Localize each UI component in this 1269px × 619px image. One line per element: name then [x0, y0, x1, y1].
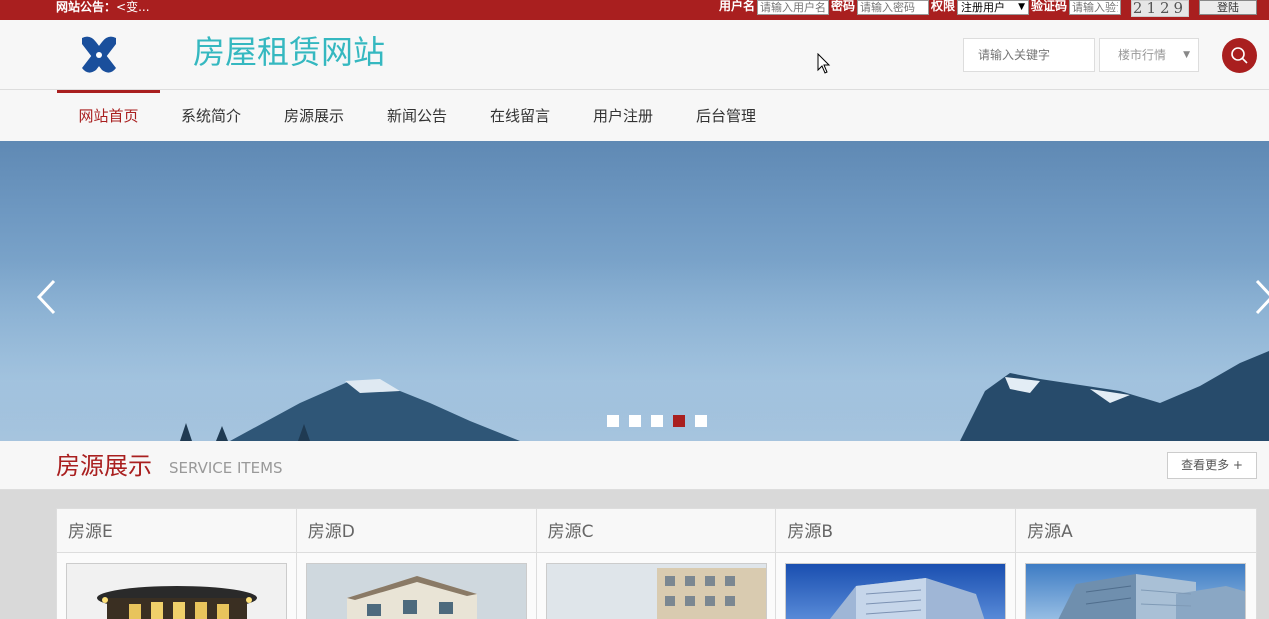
prev-slide-arrow-icon[interactable] [36, 279, 58, 315]
listing-card[interactable]: 房源B [776, 509, 1017, 619]
role-select[interactable]: 注册用户 ▼ [956, 0, 1029, 15]
market-select-value: 楼市行情 [1118, 48, 1167, 62]
view-more-button[interactable]: 查看更多 + [1167, 452, 1257, 479]
nav-item-messages[interactable]: 在线留言 [479, 90, 561, 141]
nav-item-register[interactable]: 用户注册 [582, 90, 664, 141]
captcha-label: 验证码 [1030, 0, 1067, 13]
listing-cards: 房源E 房源D 房源C 房源B 房源A [56, 508, 1257, 619]
nav-item-admin[interactable]: 后台管理 [685, 90, 767, 141]
notice-marquee-text[interactable]: <变... [116, 0, 150, 14]
next-slide-arrow-icon[interactable] [1255, 279, 1269, 315]
banner-mountain-image [0, 261, 1269, 441]
username-label: 用户名 [718, 0, 755, 13]
listing-title[interactable]: 房源D [296, 509, 536, 553]
banner-slider [0, 141, 1269, 441]
login-button[interactable]: 登陆 [1199, 0, 1257, 15]
username-input[interactable] [756, 0, 829, 15]
role-select-value: 注册用户 [960, 1, 1005, 14]
slide-dot[interactable] [607, 415, 619, 427]
listing-card[interactable]: 房源C [536, 509, 777, 619]
listing-image[interactable] [66, 563, 287, 619]
captcha-image[interactable]: 2129 [1131, 0, 1189, 17]
listing-title[interactable]: 房源E [57, 509, 296, 553]
listing-image[interactable] [1025, 563, 1247, 619]
nav-item-listings[interactable]: 房源展示 [273, 90, 355, 141]
search-button[interactable] [1222, 38, 1257, 73]
chevron-down-icon: ▼ [1183, 50, 1190, 60]
listing-card[interactable]: 房源D [296, 509, 537, 619]
listing-title[interactable]: 房源C [536, 509, 776, 553]
password-input[interactable] [856, 0, 929, 15]
role-label: 权限 [930, 0, 955, 13]
listing-card[interactable]: 房源A [1016, 509, 1256, 619]
listing-image[interactable] [545, 563, 767, 619]
top-bar: 网站公告：<变... 用户名 密码 权限 注册用户 ▼ 验证码 2129 登陆 [0, 0, 1269, 20]
slide-dot[interactable] [695, 415, 707, 427]
slide-indicators [607, 415, 717, 427]
listing-image[interactable] [305, 563, 527, 619]
slide-dot-active[interactable] [673, 415, 685, 427]
notice-label: 网站公告： [56, 0, 117, 14]
section-title: 房源展示 [56, 452, 152, 480]
login-form: 用户名 密码 权限 注册用户 ▼ 验证码 2129 登陆 [717, 0, 1269, 20]
listing-image[interactable] [785, 563, 1007, 619]
listing-title[interactable]: 房源A [1016, 509, 1256, 553]
site-notice: 网站公告：<变... [56, 0, 150, 14]
listing-card[interactable]: 房源E [57, 509, 297, 619]
password-label: 密码 [830, 0, 855, 13]
site-header: 房屋租赁网站 楼市行情 ▼ [0, 20, 1269, 90]
search-icon [1231, 47, 1248, 64]
section-subtitle: SERVICE ITEMS [169, 459, 283, 477]
slide-dot[interactable] [651, 415, 663, 427]
site-title[interactable]: 房屋租赁网站 [193, 32, 385, 72]
nav-item-about[interactable]: 系统简介 [170, 90, 252, 141]
mouse-cursor-icon [817, 53, 831, 74]
nav-item-news[interactable]: 新闻公告 [376, 90, 458, 141]
listing-title[interactable]: 房源B [776, 509, 1016, 553]
listings-section-header: 房源展示 SERVICE ITEMS 查看更多 + [0, 441, 1269, 490]
main-nav: 网站首页 系统简介 房源展示 新闻公告 在线留言 用户注册 后台管理 [0, 90, 1269, 141]
chevron-down-icon: ▼ [1018, 2, 1025, 12]
nav-item-home[interactable]: 网站首页 [57, 90, 160, 141]
market-select[interactable]: 楼市行情 ▼ [1099, 38, 1199, 72]
captcha-input[interactable] [1069, 0, 1121, 15]
slide-dot[interactable] [629, 415, 641, 427]
keyword-search-input[interactable] [963, 38, 1095, 72]
site-logo-icon[interactable] [76, 32, 122, 78]
